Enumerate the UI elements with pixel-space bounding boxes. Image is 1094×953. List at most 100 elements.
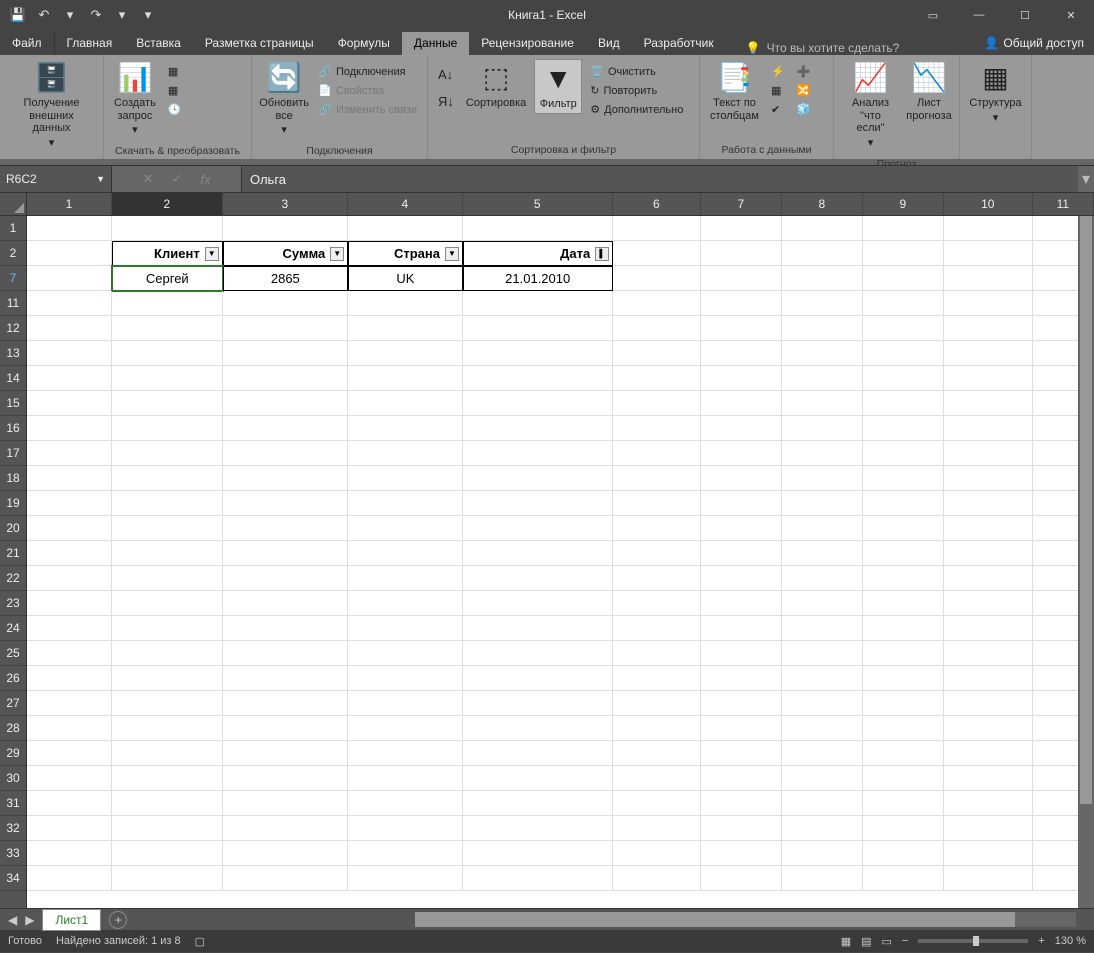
cell[interactable]	[863, 791, 944, 816]
cell[interactable]	[701, 366, 782, 391]
cell[interactable]	[463, 616, 613, 641]
cell[interactable]	[223, 591, 348, 616]
flash-fill-button[interactable]: ⚡	[767, 63, 789, 80]
cell[interactable]	[348, 666, 463, 691]
row-header[interactable]: 16	[0, 416, 26, 441]
cell[interactable]	[863, 341, 944, 366]
filter-dropdown-icon[interactable]: ▼	[205, 247, 219, 261]
row-header[interactable]: 20	[0, 516, 26, 541]
cell[interactable]	[348, 866, 463, 891]
fx-icon[interactable]: fx	[200, 172, 210, 187]
cell[interactable]	[463, 341, 613, 366]
row-header[interactable]: 19	[0, 491, 26, 516]
cell[interactable]	[863, 316, 944, 341]
cell[interactable]	[701, 766, 782, 791]
cell[interactable]	[782, 216, 863, 241]
cell[interactable]	[863, 866, 944, 891]
cell[interactable]	[112, 591, 223, 616]
cell[interactable]	[463, 566, 613, 591]
tab-review[interactable]: Рецензирование	[469, 32, 586, 55]
macro-rec-icon[interactable]: ▢	[195, 935, 205, 948]
outline-button[interactable]: ▦ Структура▾	[966, 59, 1025, 126]
cell[interactable]	[112, 716, 223, 741]
cell[interactable]	[223, 566, 348, 591]
cell[interactable]	[613, 841, 701, 866]
cell[interactable]	[863, 416, 944, 441]
cell[interactable]: Дата▌	[463, 241, 613, 266]
row-header[interactable]: 32	[0, 816, 26, 841]
cell[interactable]	[463, 666, 613, 691]
cell[interactable]	[863, 266, 944, 291]
cell[interactable]	[463, 741, 613, 766]
row-header[interactable]: 1	[0, 216, 26, 241]
cell[interactable]	[613, 791, 701, 816]
cell[interactable]	[27, 516, 112, 541]
cell[interactable]	[27, 291, 112, 316]
cell[interactable]	[701, 816, 782, 841]
sort-button[interactable]: ⬚ Сортировка	[462, 59, 530, 112]
cell[interactable]	[701, 441, 782, 466]
column-header[interactable]: 9	[863, 193, 944, 215]
cell[interactable]	[223, 866, 348, 891]
cell[interactable]	[782, 541, 863, 566]
cell[interactable]	[348, 716, 463, 741]
show-queries-button[interactable]: ▦	[164, 63, 186, 80]
connections-button[interactable]: 🔗Подключения	[314, 63, 421, 80]
cell[interactable]	[701, 491, 782, 516]
name-box[interactable]: R6C2▼	[0, 166, 112, 192]
cell[interactable]	[348, 416, 463, 441]
sheet-nav-prev[interactable]: ◀	[8, 913, 17, 927]
advanced-filter-button[interactable]: ⚙Дополнительно	[586, 101, 687, 118]
cell[interactable]	[701, 466, 782, 491]
cell[interactable]	[463, 316, 613, 341]
cell[interactable]	[27, 841, 112, 866]
tell-me-search[interactable]: 💡 Что вы хотите сделать?	[746, 41, 900, 55]
cell[interactable]	[782, 341, 863, 366]
cell[interactable]	[863, 666, 944, 691]
row-header[interactable]: 24	[0, 616, 26, 641]
row-header[interactable]: 30	[0, 766, 26, 791]
share-button[interactable]: 👤 Общий доступ	[976, 32, 1094, 55]
cell[interactable]	[112, 691, 223, 716]
clear-filter-button[interactable]: 🗑️Очистить	[586, 63, 687, 80]
cell[interactable]	[613, 641, 701, 666]
recent-sources-button[interactable]: 🕓	[164, 101, 186, 118]
cell[interactable]	[701, 266, 782, 291]
cell[interactable]	[944, 716, 1033, 741]
cell[interactable]	[782, 566, 863, 591]
cell[interactable]	[112, 491, 223, 516]
select-all-corner[interactable]	[0, 193, 27, 216]
cell[interactable]	[223, 341, 348, 366]
cell[interactable]	[112, 816, 223, 841]
cell[interactable]	[701, 241, 782, 266]
cell[interactable]	[27, 341, 112, 366]
cell[interactable]	[27, 591, 112, 616]
cell[interactable]	[782, 816, 863, 841]
consolidate-button[interactable]: ➕	[793, 63, 815, 80]
cell[interactable]	[613, 216, 701, 241]
row-header[interactable]: 11	[0, 291, 26, 316]
cell[interactable]	[944, 841, 1033, 866]
cell[interactable]	[223, 466, 348, 491]
chevron-down-icon[interactable]: ▼	[96, 174, 105, 184]
cell[interactable]	[782, 466, 863, 491]
cell[interactable]	[701, 616, 782, 641]
cell[interactable]	[613, 366, 701, 391]
cell[interactable]	[463, 691, 613, 716]
cell[interactable]	[348, 741, 463, 766]
cell[interactable]	[27, 366, 112, 391]
cell[interactable]	[463, 466, 613, 491]
sheet-tab[interactable]: Лист1	[42, 909, 101, 931]
cell[interactable]	[944, 416, 1033, 441]
cell[interactable]	[348, 816, 463, 841]
cell[interactable]	[863, 241, 944, 266]
cell[interactable]	[112, 841, 223, 866]
zoom-in-button[interactable]: +	[1038, 935, 1044, 947]
cell[interactable]	[223, 666, 348, 691]
cell[interactable]	[348, 291, 463, 316]
cell[interactable]	[27, 666, 112, 691]
cell[interactable]	[27, 816, 112, 841]
sort-za-button[interactable]: Я↓	[434, 92, 458, 111]
qat-customize[interactable]: ▾	[136, 3, 160, 27]
cell[interactable]	[223, 391, 348, 416]
